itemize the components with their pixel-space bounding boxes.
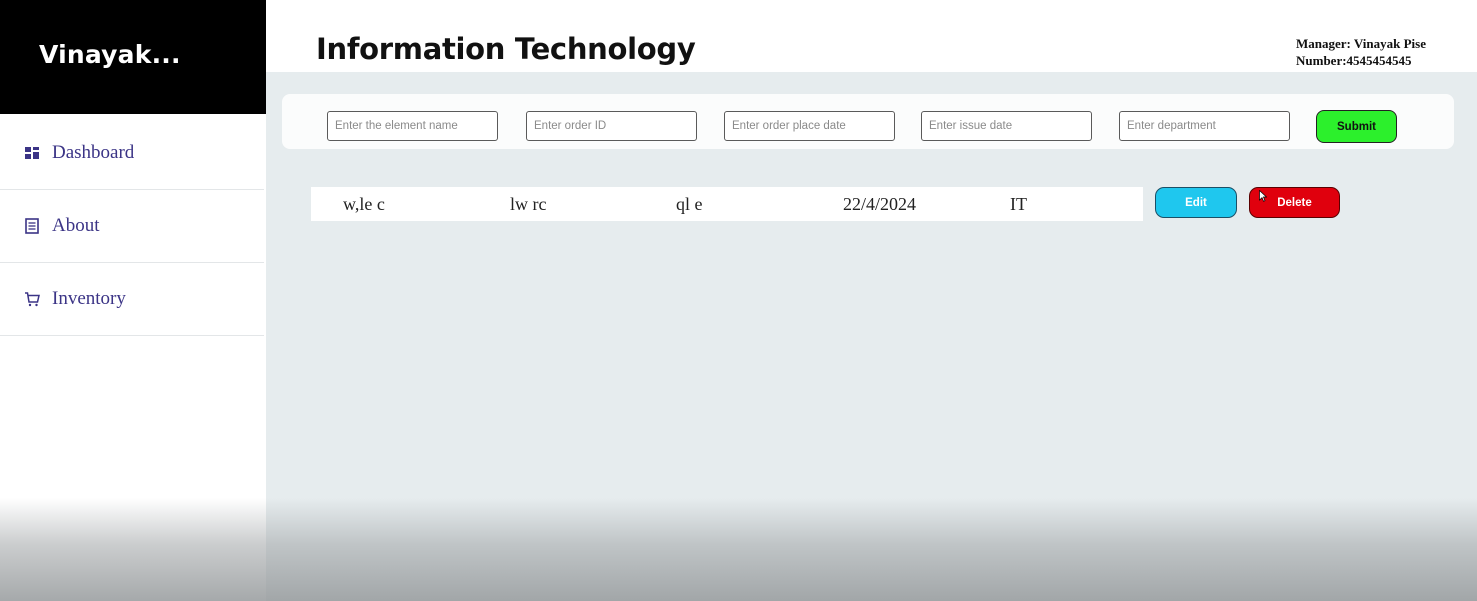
department-input[interactable] [1119,111,1290,141]
order-date-cell: ql e [676,194,703,214]
element-name-input[interactable] [327,111,498,141]
dashboard-icon [25,147,39,159]
document-icon [25,218,39,234]
sidebar-item-label: Dashboard [52,142,135,163]
sidebar-item-label: About [52,215,100,236]
submit-button[interactable]: Submit [1316,110,1397,143]
sidebar-item-inventory[interactable]: Inventory [0,263,264,336]
department-cell: IT [1010,194,1027,214]
brand-title: Vinayak... [39,40,181,69]
order-id-input[interactable] [526,111,697,141]
sidebar-item-dashboard[interactable]: Dashboard [0,117,264,190]
cart-icon [25,292,40,307]
mouse-cursor-icon [1259,190,1267,202]
manager-info: Manager: Vinayak Pise Number:4545454545 [1296,35,1426,69]
manager-number: Number:4545454545 [1296,53,1412,68]
order-id-cell: lw rc [510,194,547,214]
page-title: Information Technology [316,32,696,66]
order-date-input[interactable] [724,111,895,141]
issue-date-cell: 22/4/2024 [843,194,917,214]
issue-date-input[interactable] [921,111,1092,141]
sidebar: Vinayak... Dashboard About Inventory [0,0,266,601]
sidebar-item-about[interactable]: About [0,190,264,263]
sidebar-item-label: Inventory [52,288,126,309]
edit-button[interactable]: Edit [1155,187,1237,218]
manager-name: Manager: Vinayak Pise [1296,36,1426,51]
table-row: w,le c lw rc ql e 22/4/2024 IT [311,187,1143,221]
main-content: Submit w,le c lw rc ql e 22/4/2024 IT Ed… [266,72,1477,601]
brand-header: Vinayak... [0,0,266,114]
entry-form: Submit [282,94,1454,149]
element-name-cell: w,le c [343,194,385,214]
page-header: Information Technology Manager: Vinayak … [266,0,1477,72]
